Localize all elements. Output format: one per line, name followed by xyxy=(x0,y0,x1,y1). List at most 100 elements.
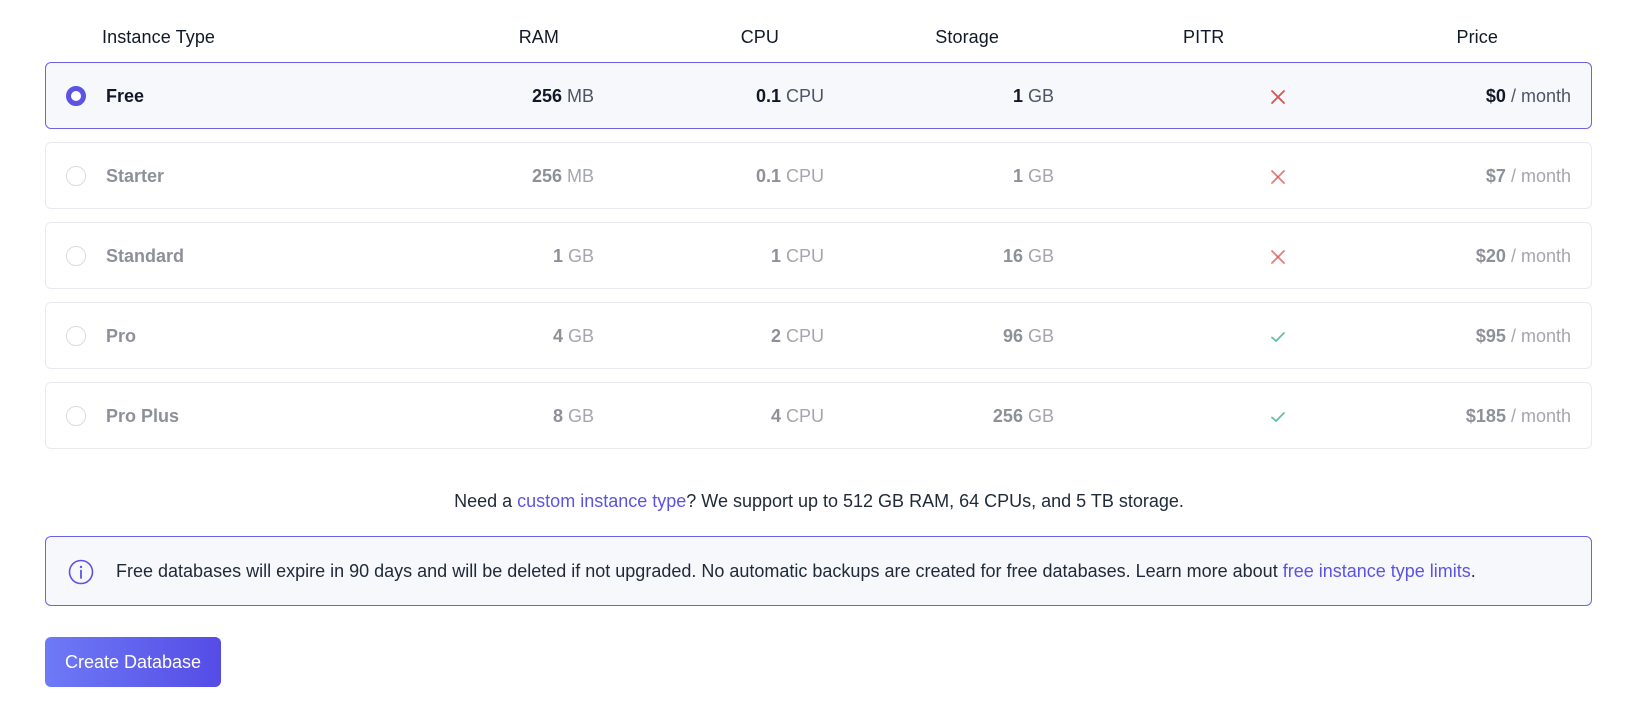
storage-unit: GB xyxy=(1027,246,1054,266)
ram-number: 1 xyxy=(552,246,563,266)
storage-value: 1 GB xyxy=(1013,84,1054,108)
ram-unit: MB xyxy=(567,86,594,106)
check-icon xyxy=(1271,332,1285,342)
price-unit: / month xyxy=(1510,246,1571,266)
cpu-number: 4 xyxy=(770,406,781,426)
ram-number: 8 xyxy=(552,406,563,426)
cpu-unit: CPU xyxy=(785,406,824,426)
ram-value: 8 GB xyxy=(553,404,594,428)
ram-value: 256 MB xyxy=(532,84,594,108)
cpu-number: 2 xyxy=(770,326,781,346)
header-pitr: PITR xyxy=(1183,27,1225,47)
info-icon xyxy=(68,559,94,585)
radio-button[interactable] xyxy=(66,246,86,266)
price-value: $7 / month xyxy=(1486,164,1571,188)
header-cpu: CPU xyxy=(740,27,779,47)
instance-type-page: Instance Type RAM CPU Storage PITR Price… xyxy=(0,0,1638,709)
x-icon xyxy=(1271,170,1285,184)
ram-value: 1 GB xyxy=(553,244,594,268)
ram-number: 256 xyxy=(531,166,562,186)
radio-button[interactable] xyxy=(66,86,86,106)
price-value: $0 / month xyxy=(1486,84,1571,108)
price-number: $7 xyxy=(1485,166,1506,186)
check-icon xyxy=(1271,412,1285,422)
cpu-value: 2 CPU xyxy=(771,324,824,348)
instance-row-pro-plus[interactable]: Pro Plus 8 GB 4 CPU 256 GB $185 / month xyxy=(45,382,1592,449)
free-tier-info-box: Free databases will expire in 90 days an… xyxy=(45,536,1592,606)
price-value: $185 / month xyxy=(1466,404,1571,428)
price-number: $95 xyxy=(1475,326,1506,346)
table-header: Instance Type RAM CPU Storage PITR Price xyxy=(45,0,1592,62)
instance-row-starter[interactable]: Starter 256 MB 0.1 CPU 1 GB $7 / month xyxy=(45,142,1592,209)
header-ram: RAM xyxy=(518,27,559,47)
instance-name: Free xyxy=(106,86,145,106)
x-icon xyxy=(1271,90,1285,104)
price-number: $185 xyxy=(1465,406,1506,426)
storage-value: 96 GB xyxy=(1003,324,1054,348)
cpu-number: 0.1 xyxy=(755,166,781,186)
header-price: Price xyxy=(1456,27,1498,47)
ram-unit: GB xyxy=(567,246,594,266)
instance-row-pro[interactable]: Pro 4 GB 2 CPU 96 GB $95 / month xyxy=(45,302,1592,369)
storage-number: 96 xyxy=(1002,326,1023,346)
price-number: $20 xyxy=(1475,246,1506,266)
price-number: $0 xyxy=(1485,86,1506,106)
ram-unit: GB xyxy=(567,406,594,426)
storage-unit: GB xyxy=(1027,86,1054,106)
storage-unit: GB xyxy=(1027,406,1054,426)
radio-button[interactable] xyxy=(66,166,86,186)
storage-unit: GB xyxy=(1027,326,1054,346)
instance-name: Pro Plus xyxy=(106,406,180,426)
table-body: Free 256 MB 0.1 CPU 1 GB $0 / month Starter 25… xyxy=(45,62,1592,449)
x-icon xyxy=(1271,250,1285,264)
cpu-unit: CPU xyxy=(785,166,824,186)
storage-value: 256 GB xyxy=(993,404,1054,428)
instance-row-standard[interactable]: Standard 1 GB 1 CPU 16 GB $20 / month xyxy=(45,222,1592,289)
instance-name: Standard xyxy=(106,246,185,266)
custom-instance-type-link[interactable]: custom instance type xyxy=(517,491,686,511)
storage-number: 16 xyxy=(1002,246,1023,266)
radio-button[interactable] xyxy=(66,406,86,426)
ram-value: 256 MB xyxy=(532,164,594,188)
ram-number: 256 xyxy=(531,86,562,106)
free-instance-limits-link[interactable]: free instance type limits xyxy=(1283,561,1471,581)
price-unit: / month xyxy=(1510,406,1571,426)
cpu-value: 4 CPU xyxy=(771,404,824,428)
note-suffix: ? We support up to 512 GB RAM, 64 CPUs, … xyxy=(686,491,1184,511)
cpu-number: 0.1 xyxy=(755,86,781,106)
cpu-value: 0.1 CPU xyxy=(756,84,824,108)
cpu-value: 0.1 CPU xyxy=(756,164,824,188)
info-message: Free databases will expire in 90 days an… xyxy=(116,561,1283,581)
price-unit: / month xyxy=(1510,326,1571,346)
price-unit: / month xyxy=(1510,166,1571,186)
storage-value: 1 GB xyxy=(1013,164,1054,188)
cpu-unit: CPU xyxy=(785,246,824,266)
info-suffix: . xyxy=(1470,561,1476,581)
price-unit: / month xyxy=(1510,86,1571,106)
cpu-unit: CPU xyxy=(785,326,824,346)
storage-unit: GB xyxy=(1027,166,1054,186)
storage-number: 1 xyxy=(1012,86,1023,106)
ram-value: 4 GB xyxy=(553,324,594,348)
info-text: Free databases will expire in 90 days an… xyxy=(116,559,1476,583)
instance-type-table: Instance Type RAM CPU Storage PITR Price… xyxy=(45,0,1592,462)
instance-name: Starter xyxy=(106,166,165,186)
ram-unit: GB xyxy=(567,326,594,346)
storage-number: 1 xyxy=(1012,166,1023,186)
ram-unit: MB xyxy=(567,166,594,186)
header-storage: Storage xyxy=(935,27,999,47)
cpu-unit: CPU xyxy=(785,86,824,106)
storage-number: 256 xyxy=(992,406,1023,426)
header-instance-type: Instance Type xyxy=(102,27,216,47)
note-prefix: Need a xyxy=(454,491,518,511)
cpu-value: 1 CPU xyxy=(771,244,824,268)
create-database-button[interactable]: Create Database xyxy=(45,637,221,687)
price-value: $20 / month xyxy=(1476,244,1571,268)
instance-name: Pro xyxy=(106,326,137,346)
cpu-number: 1 xyxy=(770,246,781,266)
radio-button[interactable] xyxy=(66,326,86,346)
instance-row-free[interactable]: Free 256 MB 0.1 CPU 1 GB $0 / month xyxy=(45,62,1592,129)
price-value: $95 / month xyxy=(1476,324,1571,348)
storage-value: 16 GB xyxy=(1003,244,1054,268)
ram-number: 4 xyxy=(552,326,563,346)
